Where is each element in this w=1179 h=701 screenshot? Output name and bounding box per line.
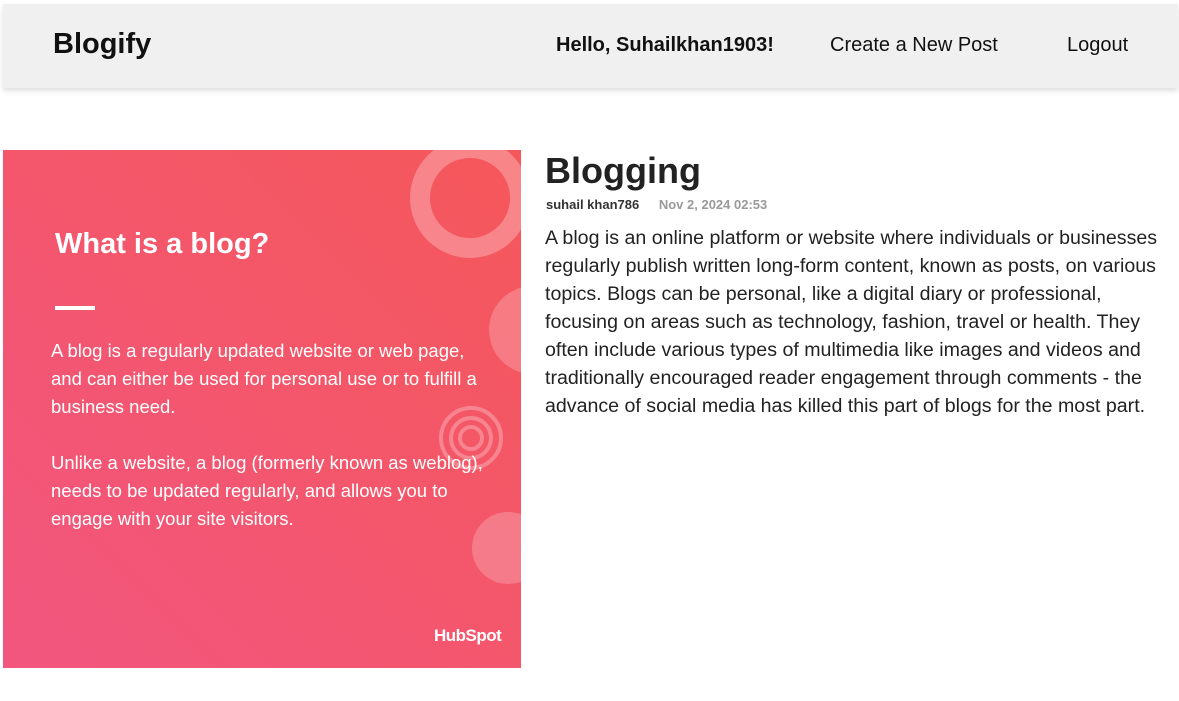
- post-date: Nov 2, 2024 02:53: [658, 197, 768, 212]
- post-meta: suhail khan786 Nov 2, 2024 02:53: [546, 197, 767, 212]
- create-post-link[interactable]: Create a New Post: [830, 34, 998, 57]
- image-paragraph-2: Unlike a website, a blog (formerly known…: [51, 452, 483, 529]
- navbar: Blogify Hello, Suhailkhan1903! Create a …: [3, 4, 1178, 88]
- hubspot-logo: HubSpot: [434, 626, 502, 645]
- brand-logo-link[interactable]: Blogify: [53, 28, 151, 61]
- post-author: suhail khan786: [546, 197, 640, 212]
- image-heading: What is a blog?: [55, 228, 270, 260]
- image-divider: [55, 306, 95, 310]
- post-title: Blogging: [545, 150, 701, 191]
- post-body: A blog is an online platform or website …: [545, 227, 1158, 417]
- image-paragraph-1: A blog is a regularly updated website or…: [51, 340, 477, 417]
- post-cover-image: What is a blog? A blog is a regularly up…: [3, 150, 521, 668]
- user-greeting: Hello, Suhailkhan1903!: [556, 34, 774, 56]
- logout-link[interactable]: Logout: [1067, 34, 1128, 57]
